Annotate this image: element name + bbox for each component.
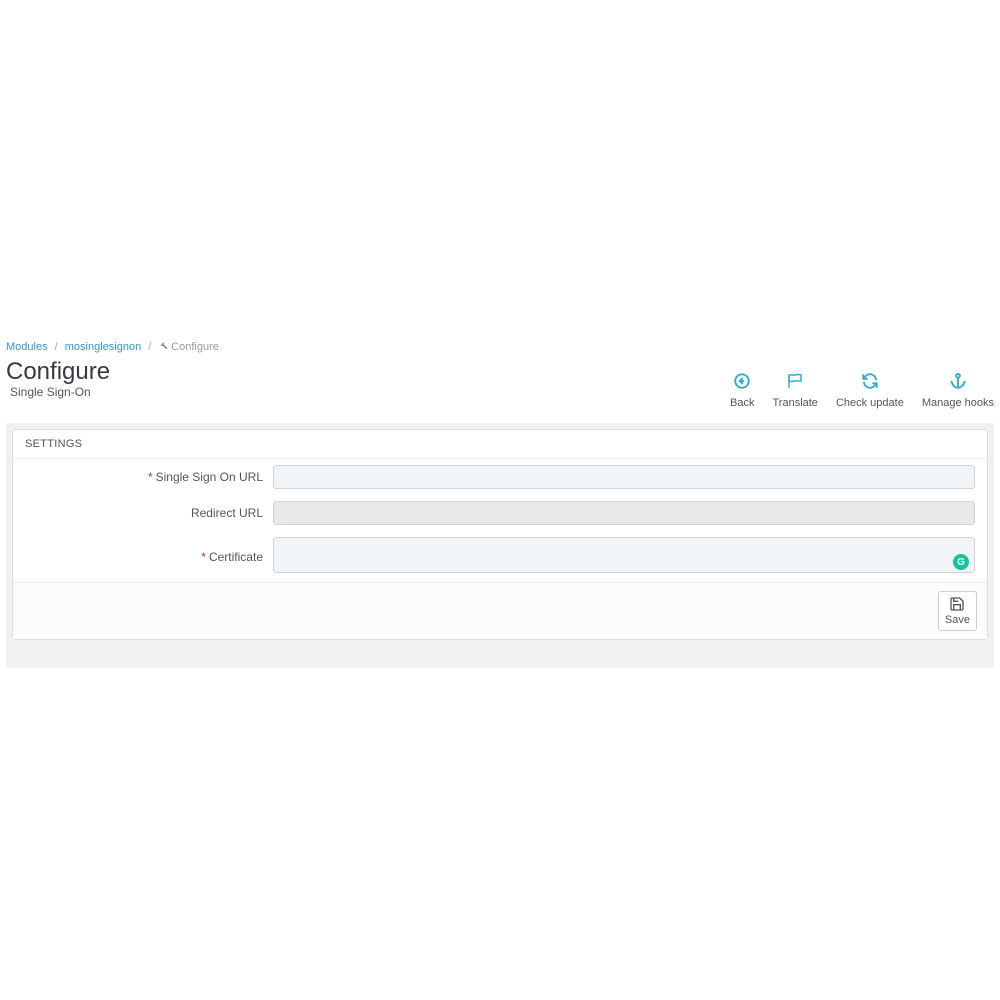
sso-url-input[interactable] [273,465,975,489]
save-label: Save [945,614,970,626]
certificate-label: Certificate [209,550,263,564]
footer-strip [12,640,988,662]
check-update-label: Check update [836,397,904,409]
breadcrumb-modules[interactable]: Modules [6,341,48,353]
breadcrumb-current: Configure [171,341,219,353]
panel-heading: SETTINGS [13,430,987,459]
save-button[interactable]: Save [938,591,977,631]
anchor-icon [949,371,967,391]
grammarly-icon: G [953,554,969,570]
breadcrumb: Modules / mosinglesignon / Configure [6,340,994,359]
breadcrumb-sep: / [144,341,155,353]
refresh-icon [861,371,879,391]
toolbar: Back Translate Check update Manage hooks [730,359,994,409]
settings-panel: SETTINGS *Single Sign On URL Redirect UR… [12,429,988,640]
manage-hooks-button[interactable]: Manage hooks [922,371,994,409]
manage-hooks-label: Manage hooks [922,397,994,409]
wrench-icon [158,342,171,353]
back-button[interactable]: Back [730,371,754,409]
redirect-url-input [273,501,975,525]
arrow-left-circle-icon [733,371,751,391]
breadcrumb-sep: / [51,341,62,353]
flag-icon [785,371,805,391]
required-star: * [201,550,206,564]
sso-url-label: Single Sign On URL [156,470,263,484]
redirect-url-label: Redirect URL [191,506,263,520]
check-update-button[interactable]: Check update [836,371,904,409]
required-star: * [148,470,153,484]
breadcrumb-module-name[interactable]: mosinglesignon [65,341,141,353]
certificate-input[interactable] [273,537,975,573]
translate-label: Translate [772,397,817,409]
page-title: Configure [6,359,110,385]
back-label: Back [730,397,754,409]
page-subtitle: Single Sign-On [6,385,110,399]
translate-button[interactable]: Translate [772,371,817,409]
